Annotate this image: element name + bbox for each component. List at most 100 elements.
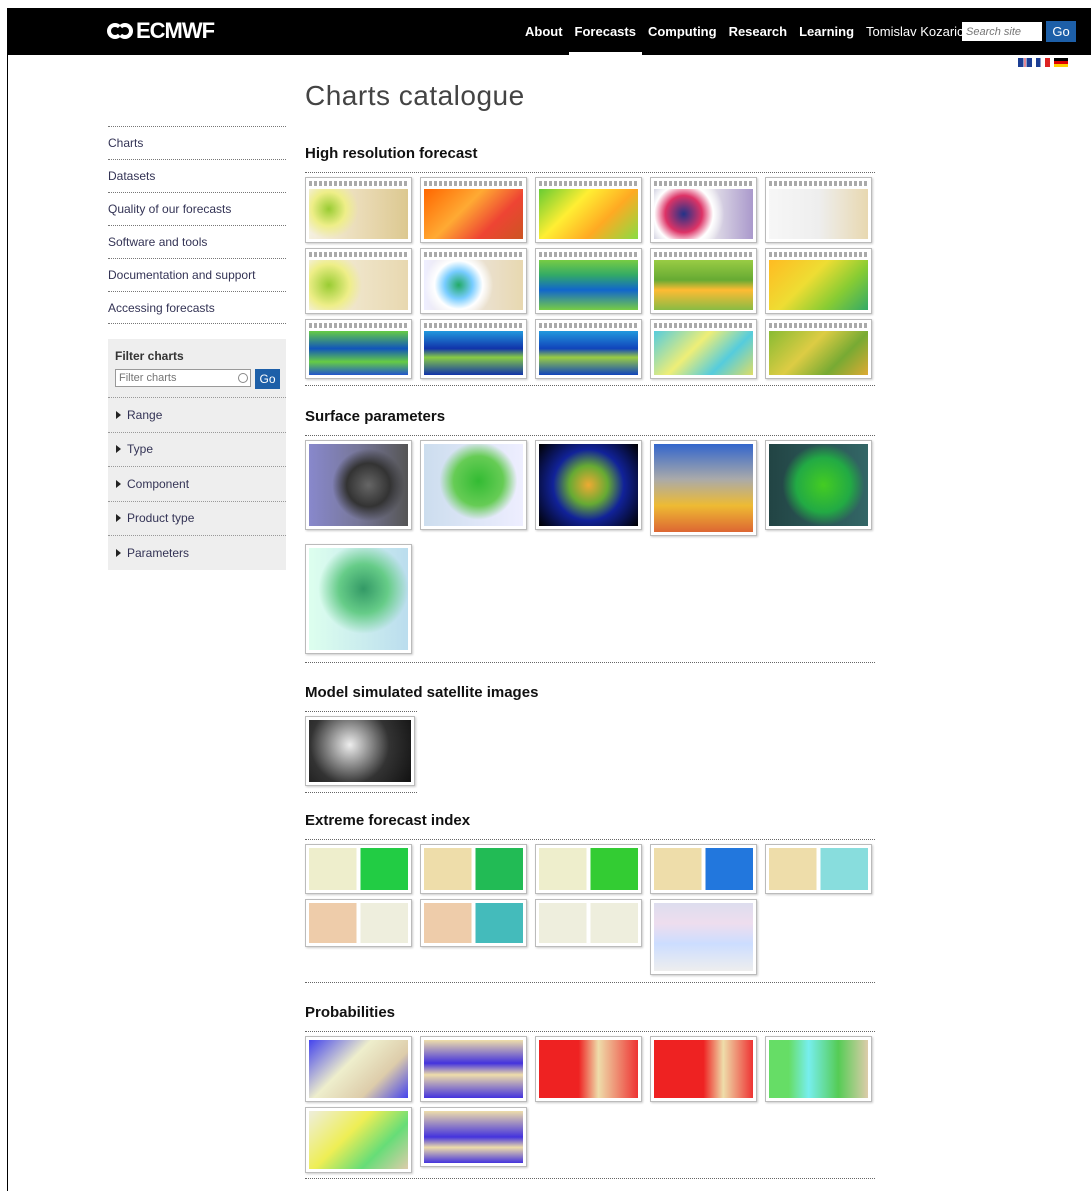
- chart-thumbnail[interactable]: [305, 177, 412, 243]
- chart-thumbnail[interactable]: [765, 440, 872, 530]
- chart-thumbnail[interactable]: [305, 248, 412, 314]
- de-flag-icon[interactable]: [1054, 58, 1068, 67]
- facet-product-type[interactable]: Product type: [108, 500, 286, 536]
- chart-thumbnail[interactable]: [765, 177, 872, 243]
- fr-flag-icon[interactable]: [1036, 58, 1050, 67]
- search-go-button[interactable]: Go: [1046, 21, 1076, 42]
- chart-thumbnail[interactable]: [305, 1107, 412, 1173]
- facet-list: Range Type Component Product type Parame…: [108, 397, 286, 570]
- language-selector: [1018, 58, 1068, 67]
- chart-thumbnail[interactable]: [650, 899, 757, 975]
- chart-thumbnail[interactable]: [420, 1107, 527, 1167]
- chart-thumbnail[interactable]: [765, 1036, 872, 1102]
- chart-thumbnail[interactable]: [650, 440, 757, 536]
- uk-flag-icon[interactable]: [1018, 58, 1032, 67]
- chart-thumbnail[interactable]: [535, 899, 642, 947]
- chart-thumbnail[interactable]: [305, 440, 412, 530]
- chart-thumbnail[interactable]: [650, 844, 757, 894]
- sidebar-item-accessing[interactable]: Accessing forecasts: [108, 291, 286, 324]
- facet-range[interactable]: Range: [108, 397, 286, 432]
- facet-parameters[interactable]: Parameters: [108, 535, 286, 570]
- search-input[interactable]: [962, 22, 1042, 41]
- triangle-right-icon: [116, 514, 121, 523]
- nav-about[interactable]: About: [519, 8, 569, 55]
- chart-grid: [305, 173, 875, 385]
- facet-component[interactable]: Component: [108, 466, 286, 501]
- chart-thumbnail[interactable]: [420, 177, 527, 243]
- chart-thumbnail[interactable]: [420, 1036, 527, 1102]
- section-title: Model simulated satellite images: [305, 684, 539, 701]
- chart-thumbnail[interactable]: [765, 844, 872, 894]
- ecmwf-logo[interactable]: ECMWF: [107, 18, 215, 44]
- chart-thumbnail[interactable]: [420, 248, 527, 314]
- chart-thumbnail[interactable]: [305, 319, 412, 379]
- logo-text: ECMWF: [136, 18, 215, 43]
- section-surface-parameters: Surface parameters: [305, 405, 875, 663]
- section-title: Extreme forecast index: [305, 812, 471, 829]
- sidebar-item-charts[interactable]: Charts: [108, 126, 286, 159]
- user-name-link[interactable]: Tomislav Kozaric: [860, 8, 970, 55]
- chart-thumbnail[interactable]: [305, 544, 412, 654]
- divider: [305, 385, 875, 386]
- facet-label: Parameters: [127, 545, 190, 560]
- nav-learning[interactable]: Learning: [793, 8, 860, 55]
- nav-forecasts[interactable]: Forecasts: [568, 8, 643, 55]
- triangle-right-icon: [116, 445, 121, 454]
- chart-thumbnail[interactable]: [305, 1036, 412, 1102]
- chart-thumbnail[interactable]: [765, 319, 872, 379]
- filter-panel: Filter charts Go Range Type Component Pr…: [108, 339, 286, 570]
- section-title: Probabilities: [305, 1004, 396, 1021]
- divider: [305, 982, 875, 983]
- chart-thumbnail[interactable]: [305, 716, 415, 786]
- sidebar-item-documentation[interactable]: Documentation and support: [108, 258, 286, 291]
- chart-thumbnail[interactable]: [535, 844, 642, 894]
- top-navigation-bar: ECMWF About Forecasts Computing Research…: [7, 8, 1091, 55]
- triangle-right-icon: [116, 548, 121, 557]
- chart-thumbnail[interactable]: [650, 1036, 757, 1102]
- main-nav: About Forecasts Computing Research Learn…: [519, 8, 970, 55]
- facet-type[interactable]: Type: [108, 431, 286, 467]
- chart-thumbnail[interactable]: [535, 1036, 642, 1102]
- chart-thumbnail[interactable]: [765, 248, 872, 314]
- chart-thumbnail[interactable]: [420, 440, 527, 530]
- facet-label: Product type: [127, 511, 195, 526]
- chart-thumbnail[interactable]: [535, 177, 642, 243]
- sidebar-item-software[interactable]: Software and tools: [108, 225, 286, 258]
- section-high-resolution: High resolution forecast: [305, 142, 875, 386]
- nav-computing[interactable]: Computing: [642, 8, 723, 55]
- filter-input[interactable]: [115, 369, 251, 387]
- sidebar-item-datasets[interactable]: Datasets: [108, 159, 286, 192]
- chart-thumbnail[interactable]: [650, 319, 757, 379]
- chart-thumbnail[interactable]: [420, 899, 527, 947]
- facet-label: Range: [127, 407, 163, 422]
- chart-thumbnail[interactable]: [305, 899, 412, 947]
- section-simulated-satellite: Model simulated satellite images: [305, 681, 538, 793]
- filter-title: Filter charts: [115, 349, 184, 363]
- logo-mark-icon: [107, 21, 133, 41]
- triangle-right-icon: [116, 479, 121, 488]
- section-probabilities: Probabilities: [305, 1001, 875, 1179]
- chart-thumbnail[interactable]: [535, 248, 642, 314]
- chart-thumbnail[interactable]: [650, 248, 757, 314]
- sidebar-item-quality[interactable]: Quality of our forecasts: [108, 192, 286, 225]
- triangle-right-icon: [116, 410, 121, 419]
- chart-grid: [305, 712, 417, 792]
- clear-icon[interactable]: [238, 373, 248, 383]
- page-title: Charts catalogue: [305, 80, 525, 111]
- chart-thumbnail[interactable]: [535, 440, 642, 530]
- divider: [305, 1178, 875, 1179]
- chart-thumbnail[interactable]: [650, 177, 757, 243]
- section-title: Surface parameters: [305, 408, 446, 425]
- chart-thumbnail[interactable]: [305, 844, 412, 894]
- chart-thumbnail[interactable]: [535, 319, 642, 379]
- divider: [305, 792, 417, 793]
- nav-research[interactable]: Research: [723, 8, 794, 55]
- filter-go-button[interactable]: Go: [255, 369, 280, 389]
- sidebar-nav: Charts Datasets Quality of our forecasts…: [108, 126, 286, 324]
- chart-thumbnail[interactable]: [420, 319, 527, 379]
- facet-label: Component: [127, 476, 190, 491]
- chart-grid: [305, 436, 875, 662]
- divider: [305, 662, 875, 663]
- chart-thumbnail[interactable]: [420, 844, 527, 894]
- chart-grid: [305, 840, 875, 982]
